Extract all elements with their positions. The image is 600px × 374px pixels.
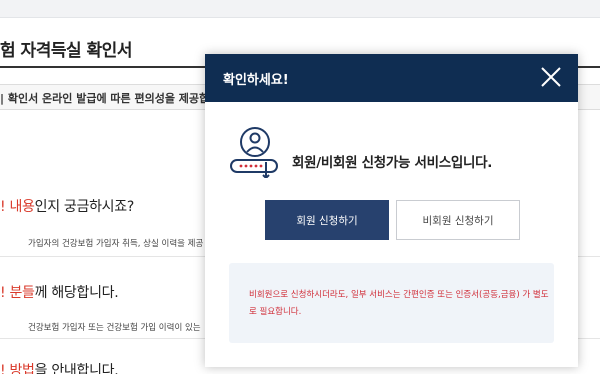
info-text: 비회원으로 신청하시더라도, 일부 서비스는 간편인증 또는 인증서(공동,금융…	[249, 290, 549, 317]
nonmember-apply-button[interactable]: 비회원 신청하기	[396, 200, 520, 240]
modal-title: 확인하세요!	[223, 73, 289, 88]
description-1: 가입자의 건강보험 가입자 취득, 상실 이력을 제공	[28, 239, 204, 249]
question-heading-3: ! 방법을 안내합니다.	[0, 360, 119, 374]
modal-header: 확인하세요!	[205, 54, 578, 102]
member-id-card-icon	[229, 126, 279, 180]
question-text: 을 안내합니다.	[34, 363, 119, 374]
modal-message: 회원/비회원 신청가능 서비스입니다.	[292, 155, 493, 171]
question-text: 인지 궁금하시죠?	[34, 199, 135, 215]
notice-text: | 확인서 온라인 발급에 따른 편의성을 제공합	[0, 92, 210, 105]
member-apply-button[interactable]: 회원 신청하기	[265, 200, 389, 240]
top-bar	[0, 0, 600, 18]
info-box: 비회원으로 신청하시더라도, 일부 서비스는 간편인증 또는 인증서(공동,금융…	[229, 263, 554, 343]
question-highlight: ! 내용	[0, 199, 35, 215]
confirm-modal: 확인하세요! 회원/비회원 신청가능 서비스입니다. 회원 신청하기 비회원 신…	[205, 54, 578, 367]
question-text: 께 해당합니다.	[34, 285, 119, 301]
question-heading-2: ! 분들께 해당합니다.	[0, 282, 119, 302]
description-2: 건강보험 가입자 또는 건강보험 가입 이력이 있는	[28, 323, 201, 333]
question-highlight: ! 분들	[0, 285, 35, 301]
question-heading-1: ! 내용인지 궁금하시죠?	[0, 196, 134, 216]
question-highlight: ! 방법	[0, 363, 35, 374]
page-title: 험 자격득실 확인서	[0, 41, 132, 61]
close-icon[interactable]	[538, 64, 564, 90]
